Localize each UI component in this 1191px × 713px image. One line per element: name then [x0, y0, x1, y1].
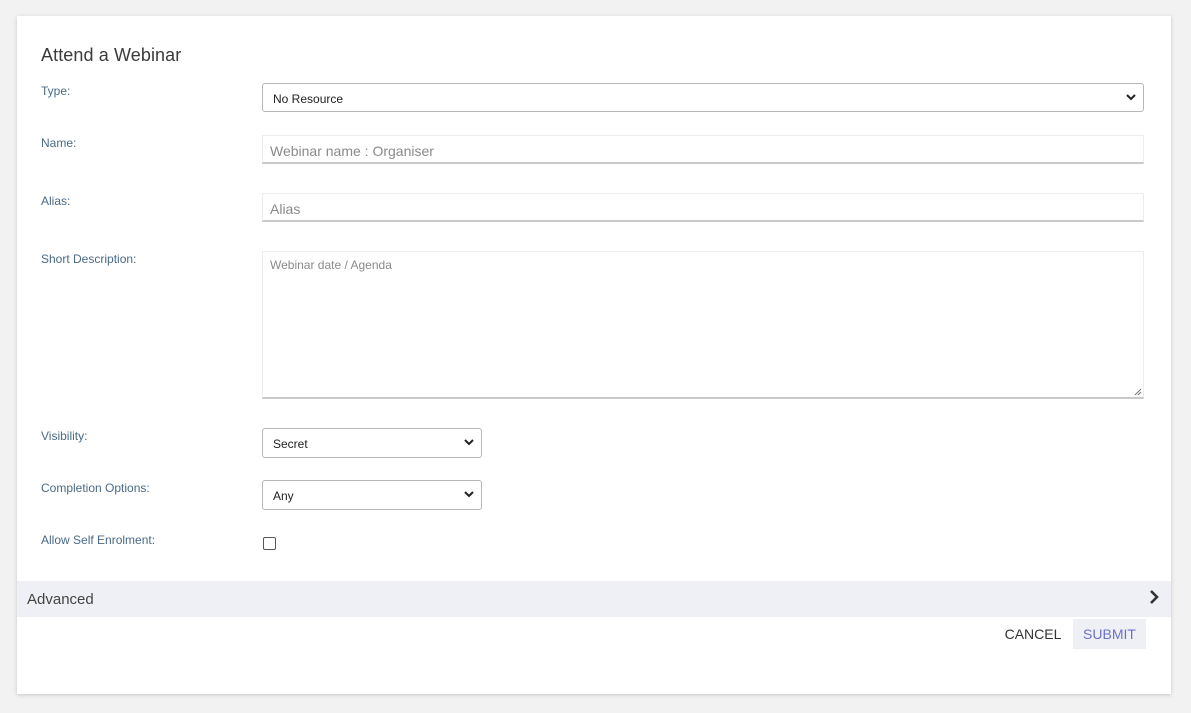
form-title: Attend a Webinar: [41, 45, 182, 65]
name-input[interactable]: Webinar name : Organiser: [262, 135, 1144, 164]
completion-options-label: Completion Options:: [41, 481, 150, 495]
completion-options-select[interactable]: Any: [262, 480, 482, 510]
short-description-textarea[interactable]: Webinar date / Agenda: [262, 251, 1144, 399]
visibility-select-value: Secret: [273, 437, 308, 451]
type-select[interactable]: No Resource: [262, 83, 1144, 112]
type-select-value: No Resource: [273, 92, 344, 106]
name-label: Name:: [41, 136, 77, 150]
advanced-section-toggle[interactable]: Advanced: [17, 581, 1171, 617]
chevron-down-icon: [1126, 94, 1136, 101]
short-description-placeholder: Webinar date / Agenda: [270, 258, 392, 272]
type-label: Type:: [41, 84, 71, 98]
advanced-label: Advanced: [27, 591, 94, 608]
submit-button[interactable]: SUBMIT: [1073, 619, 1146, 649]
short-description-label: Short Description:: [41, 252, 137, 266]
visibility-label: Visibility:: [41, 429, 88, 443]
chevron-down-icon: [464, 439, 474, 446]
chevron-down-icon: [464, 491, 474, 498]
webinar-form-card: Attend a Webinar Type: No Resource Name:…: [17, 16, 1171, 694]
alias-label: Alias:: [41, 194, 71, 208]
visibility-select[interactable]: Secret: [262, 428, 482, 458]
chevron-right-icon: [1150, 590, 1159, 604]
alias-input-placeholder: Alias: [270, 201, 301, 217]
name-input-placeholder: Webinar name : Organiser: [270, 143, 434, 159]
completion-options-select-value: Any: [273, 489, 294, 503]
resize-grip-icon[interactable]: [1133, 387, 1142, 396]
alias-input[interactable]: Alias: [262, 193, 1144, 222]
allow-self-enrolment-label: Allow Self Enrolment:: [41, 533, 156, 547]
allow-self-enrolment-checkbox[interactable]: [263, 537, 276, 550]
cancel-button[interactable]: CANCEL: [1001, 620, 1065, 648]
